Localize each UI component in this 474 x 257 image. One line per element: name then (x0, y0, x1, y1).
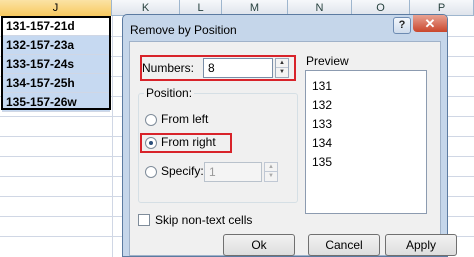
column-header-j[interactable]: J (0, 0, 112, 16)
from-left-radio[interactable] (145, 114, 157, 126)
annotation-box-from-right (140, 133, 232, 153)
annotation-box-numbers (140, 55, 296, 81)
skip-non-text-label[interactable]: Skip non-text cells (155, 213, 252, 227)
preview-item: 135 (312, 155, 333, 169)
preview-item: 134 (312, 136, 333, 150)
preview-list: 131 132 133 134 135 (312, 77, 332, 172)
skip-non-text-checkbox[interactable] (138, 214, 150, 226)
selection-border (1, 16, 111, 110)
cancel-button[interactable]: Cancel (308, 234, 380, 256)
specify-label[interactable]: Specify: (161, 164, 204, 178)
from-left-label[interactable]: From left (161, 112, 208, 126)
ok-button[interactable]: Ok (223, 234, 295, 256)
preview-box: 131 132 133 134 135 (305, 70, 427, 214)
preview-item: 132 (312, 98, 333, 112)
preview-item: 133 (312, 117, 333, 131)
dialog-titlebar[interactable]: Remove by Position ? ✕ (123, 15, 447, 41)
spin-down-icon[interactable]: ▼ (265, 172, 277, 181)
preview-item: 131 (312, 79, 333, 93)
close-button[interactable]: ✕ (413, 15, 447, 32)
specify-spinner[interactable]: ▲ ▼ (264, 162, 278, 182)
position-legend: Position: (144, 86, 195, 100)
specify-input[interactable]: 1 (204, 162, 262, 182)
remove-by-position-dialog: Remove by Position ? ✕ Numbers: 8 ▲ ▼ Po… (122, 14, 457, 257)
apply-button[interactable]: Apply (385, 234, 457, 256)
help-button[interactable]: ? (393, 17, 411, 34)
dialog-title: Remove by Position (130, 23, 237, 37)
specify-radio[interactable] (145, 166, 157, 178)
preview-label: Preview (306, 54, 349, 68)
spin-up-icon[interactable]: ▲ (265, 163, 277, 172)
